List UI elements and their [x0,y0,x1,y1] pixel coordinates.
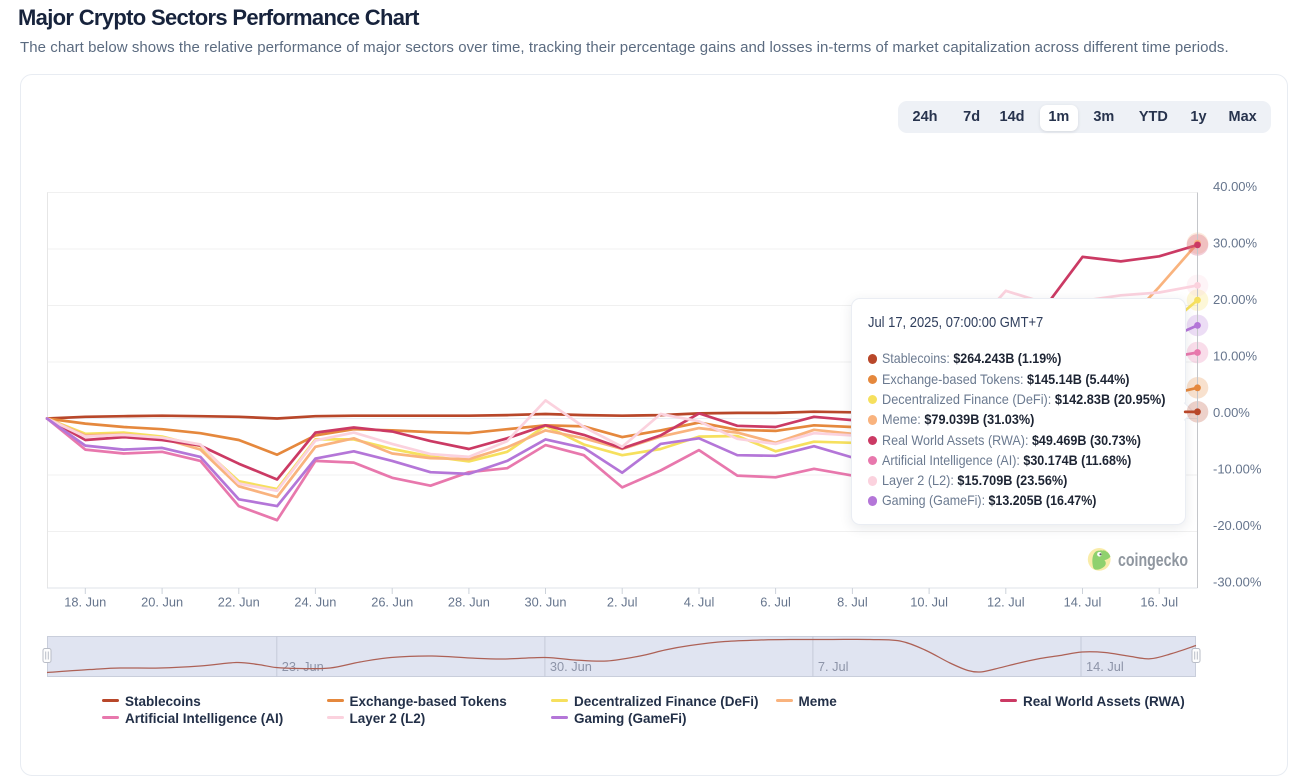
svg-text:10.00%: 10.00% [1213,348,1258,363]
svg-text:20. Jun: 20. Jun [141,595,183,610]
svg-text:6. Jul: 6. Jul [760,595,791,610]
svg-text:30.00%: 30.00% [1213,235,1258,250]
svg-text:12. Jul: 12. Jul [987,595,1025,610]
svg-text:14. Jul: 14. Jul [1086,659,1124,674]
svg-text:-10.00%: -10.00% [1213,461,1262,476]
svg-text:8. Jul: 8. Jul [837,595,868,610]
svg-text:-30.00%: -30.00% [1213,574,1262,589]
svg-text:7. Jul: 7. Jul [818,659,849,674]
svg-text:16. Jul: 16. Jul [1140,595,1178,610]
svg-text:20.00%: 20.00% [1213,292,1258,307]
svg-text:24. Jun: 24. Jun [294,595,336,610]
svg-text:coingecko: coingecko [1118,549,1188,570]
svg-text:4. Jul: 4. Jul [684,595,715,610]
svg-text:30. Jun: 30. Jun [525,595,567,610]
svg-text:10. Jul: 10. Jul [910,595,948,610]
svg-text:14. Jul: 14. Jul [1064,595,1102,610]
svg-text:-20.00%: -20.00% [1213,518,1262,533]
svg-text:22. Jun: 22. Jun [218,595,260,610]
svg-text:23. Jun: 23. Jun [282,659,324,674]
svg-text:2. Jul: 2. Jul [607,595,638,610]
svg-text:26. Jun: 26. Jun [371,595,413,610]
svg-text:18. Jun: 18. Jun [64,595,106,610]
svg-text:28. Jun: 28. Jun [448,595,490,610]
svg-text:0.00%: 0.00% [1213,405,1250,420]
svg-text:40.00%: 40.00% [1213,179,1258,194]
